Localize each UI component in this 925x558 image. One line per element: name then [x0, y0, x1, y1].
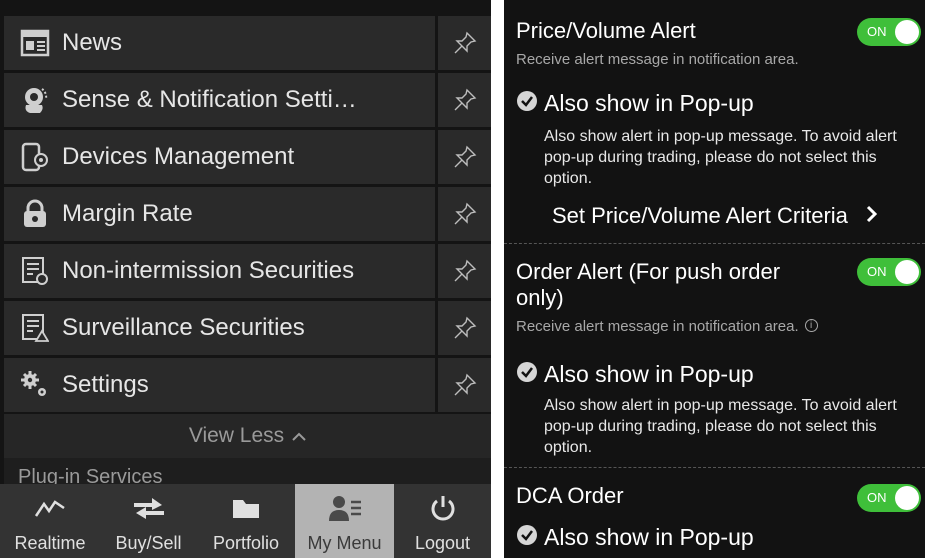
section-divider — [504, 467, 925, 468]
section-divider — [504, 243, 925, 244]
menu-item-non-intermission-securities-main[interactable]: Non-intermission Securities — [4, 244, 435, 298]
toggle-state: ON — [867, 24, 887, 39]
menu-item-margin-rate-main[interactable]: Margin Rate — [4, 187, 435, 241]
power-icon — [429, 491, 457, 525]
menu-item-sense-notification-main[interactable]: Sense & Notification Setti… — [4, 73, 435, 127]
popup-label: Also show in Pop-up — [544, 361, 754, 387]
pin-icon[interactable] — [438, 16, 491, 70]
chevron-right-icon — [866, 203, 878, 229]
menu-item-label: News — [62, 29, 123, 56]
price-volume-popup-checkbox[interactable]: Also show in Pop-up — [516, 90, 754, 117]
list-warning-icon — [14, 313, 56, 343]
devices-icon — [14, 142, 56, 172]
dca-order-title: DCA Order — [516, 483, 624, 508]
check-circle-icon — [516, 90, 538, 117]
set-price-volume-criteria-link[interactable]: Set Price/Volume Alert Criteria — [552, 203, 878, 229]
tab-label: Buy/Sell — [115, 533, 182, 553]
menu-item-sense-notification[interactable]: Sense & Notification Setti… — [4, 73, 491, 127]
pin-icon[interactable] — [438, 301, 491, 355]
menu-item-news-main[interactable]: News — [4, 16, 435, 70]
menu-item-surveillance-securities-main[interactable]: Surveillance Securities — [4, 301, 435, 355]
top-strip — [0, 0, 491, 10]
dca-order-toggle[interactable]: ON — [857, 484, 921, 512]
menu-item-settings-main[interactable]: Settings — [4, 358, 435, 412]
panel-divider — [491, 0, 504, 558]
menu-item-settings[interactable]: Settings — [4, 358, 491, 412]
gears-icon — [14, 370, 56, 400]
criteria-label: Set Price/Volume Alert Criteria — [552, 203, 848, 228]
list-clock-icon — [14, 256, 56, 286]
check-circle-icon — [516, 524, 538, 551]
my-menu-panel: News Sense & Notification Setti… Devices… — [0, 0, 491, 558]
notification-settings-icon — [14, 85, 56, 115]
pin-icon[interactable] — [438, 244, 491, 298]
view-less-button[interactable]: View Less — [4, 414, 491, 458]
tab-my-menu[interactable]: My Menu — [295, 484, 394, 558]
tab-logout[interactable]: Logout — [394, 484, 491, 558]
view-less-label: View Less — [188, 424, 285, 447]
tab-buy-sell[interactable]: Buy/Sell — [100, 484, 197, 558]
menu-item-non-intermission-securities[interactable]: Non-intermission Securities — [4, 244, 491, 298]
tab-label: Realtime — [14, 533, 86, 553]
order-popup-checkbox[interactable]: Also show in Pop-up — [516, 361, 754, 388]
order-alert-subtitle: Receive alert message in notification ar… — [516, 318, 799, 335]
dca-popup-checkbox[interactable]: Also show in Pop-up — [516, 524, 754, 551]
pin-icon[interactable] — [438, 73, 491, 127]
lock-icon — [14, 199, 56, 229]
menu-item-label: Settings — [62, 371, 149, 398]
popup-label: Also show in Pop-up — [544, 90, 754, 116]
chevron-up-icon — [292, 424, 306, 448]
news-icon — [14, 29, 56, 57]
menu-item-devices-management[interactable]: Devices Management — [4, 130, 491, 184]
order-alert-toggle[interactable]: ON — [857, 258, 921, 286]
order-alert-title: Order Alert (For push order only) — [516, 259, 781, 310]
folder-icon — [231, 491, 261, 525]
pin-icon[interactable] — [438, 358, 491, 412]
menu-item-label: Margin Rate — [62, 200, 193, 227]
menu-item-label: Surveillance Securities — [62, 314, 305, 341]
toggle-knob — [895, 260, 919, 284]
menu-item-margin-rate[interactable]: Margin Rate — [4, 187, 491, 241]
toggle-knob — [895, 20, 919, 44]
price-volume-alert-subtitle: Receive alert message in notification ar… — [516, 51, 799, 68]
check-circle-icon — [516, 361, 538, 388]
tab-realtime[interactable]: Realtime — [0, 484, 100, 558]
chart-line-icon — [34, 491, 66, 525]
price-volume-popup-description: Also show alert in pop-up message. To av… — [544, 128, 897, 187]
price-volume-alert-title: Price/Volume Alert — [516, 18, 696, 43]
tab-label: My Menu — [307, 533, 382, 553]
menu-item-label: Non-intermission Securities — [62, 257, 355, 284]
user-list-icon — [328, 491, 362, 525]
menu-item-surveillance-securities[interactable]: Surveillance Securities — [4, 301, 491, 355]
toggle-state: ON — [867, 264, 887, 279]
popup-label: Also show in Pop-up — [544, 524, 754, 550]
tab-portfolio[interactable]: Portfolio — [197, 484, 295, 558]
pin-icon[interactable] — [438, 130, 491, 184]
order-alert-subtitle-row: Receive alert message in notification ar… — [516, 318, 818, 335]
pin-icon[interactable] — [438, 187, 491, 241]
bottom-tab-bar: Realtime Buy/Sell Portfolio My Menu Logo… — [0, 484, 491, 558]
info-icon[interactable]: i — [804, 319, 818, 332]
menu-item-devices-management-main[interactable]: Devices Management — [4, 130, 435, 184]
order-popup-description: Also show alert in pop-up message. To av… — [544, 397, 897, 456]
tab-label: Portfolio — [212, 533, 280, 553]
menu-item-label: Sense & Notification Setti… — [62, 86, 357, 113]
toggle-state: ON — [867, 490, 887, 505]
toggle-knob — [895, 486, 919, 510]
menu-item-label: Devices Management — [62, 143, 295, 170]
price-volume-alert-toggle[interactable]: ON — [857, 18, 921, 46]
tab-label: Logout — [414, 533, 471, 553]
alert-settings-panel: Price/Volume Alert ON Receive alert mess… — [504, 0, 925, 558]
menu-item-news[interactable]: News — [4, 16, 491, 70]
exchange-arrows-icon — [132, 491, 166, 525]
